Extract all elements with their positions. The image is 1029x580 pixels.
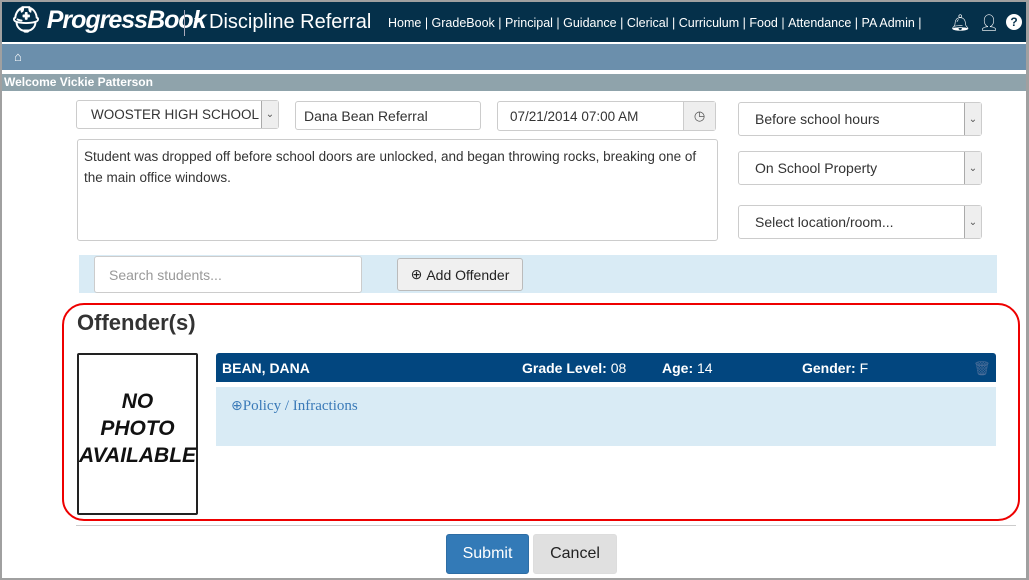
plus-circle-icon: ⊕ — [410, 266, 423, 282]
offender-name: BEAN, DANA — [222, 360, 310, 376]
time-of-day-value: Before school hours — [755, 111, 880, 127]
description-textarea[interactable]: Student was dropped off before school do… — [77, 139, 718, 241]
room-value: Select location/room... — [755, 214, 894, 230]
date-time-input[interactable]: 07/21/2014 07:00 AM ◷ — [497, 101, 716, 131]
progressbook-logo[interactable]: ⛑ ProgressBook — [10, 6, 207, 35]
photo-text: PHOTO — [100, 417, 175, 440]
logo-text: ProgressBook — [46, 6, 207, 34]
nav-gradebook[interactable]: GradeBook — [432, 16, 495, 30]
policy-infractions-link[interactable]: ⊕Policy / Infractions — [231, 398, 358, 415]
user-icon[interactable]: 👤︎ — [979, 13, 999, 33]
gender-value: F — [859, 360, 869, 376]
policy-link-label: Policy / Infractions — [242, 398, 358, 414]
nav-pa-admin[interactable]: PA Admin — [862, 16, 915, 30]
clock-icon[interactable]: ◷ — [683, 102, 715, 130]
add-offender-button[interactable]: ⊕ Add Offender — [397, 258, 523, 291]
nav-guidance[interactable]: Guidance — [563, 16, 617, 30]
plus-circle-icon: ⊕ — [231, 398, 243, 414]
app-menu-caret-icon[interactable] — [194, 18, 202, 23]
search-students-input[interactable]: Search students... — [94, 256, 362, 293]
no-photo-placeholder: NO PHOTO AVAILABLE — [77, 353, 198, 515]
divider — [76, 525, 1016, 526]
nav-attendance[interactable]: Attendance — [788, 16, 851, 30]
time-of-day-select[interactable]: Before school hours ⌄ — [738, 102, 982, 136]
location-value: On School Property — [755, 160, 878, 176]
school-value: WOOSTER HIGH SCHOOL — [91, 107, 260, 122]
age-label: Age: — [662, 360, 694, 376]
age-value: 14 — [697, 360, 713, 376]
divider — [184, 10, 185, 36]
add-offender-label: Add Offender — [426, 266, 510, 283]
home-icon[interactable]: ⌂ — [14, 49, 22, 64]
location-select[interactable]: On School Property ⌄ — [738, 151, 982, 185]
date-time-value: 07/21/2014 07:00 AM — [510, 108, 639, 124]
room-select[interactable]: Select location/room... ⌄ — [738, 205, 982, 239]
help-icon[interactable]: ? — [1006, 14, 1022, 30]
offender-details-panel: ⊕Policy / Infractions — [216, 387, 996, 446]
grade-label: Grade Level: — [522, 360, 607, 376]
photo-text: NO — [121, 390, 154, 413]
top-nav: Home | GradeBook | Principal | Guidance … — [388, 16, 922, 30]
grade-value: 08 — [610, 360, 627, 376]
nav-curriculum[interactable]: Curriculum — [679, 16, 739, 30]
nav-food[interactable]: Food — [749, 16, 778, 30]
chevron-down-icon: ⌄ — [964, 152, 981, 184]
chevron-down-icon: ⌄ — [261, 101, 278, 128]
app-title: Discipline Referral — [209, 11, 372, 33]
welcome-bar: Welcome Vickie Patterson — [2, 74, 1026, 91]
app-window: ⛑ ProgressBook Discipline Referral Home … — [2, 2, 1026, 578]
nav-clerical[interactable]: Clerical — [627, 16, 669, 30]
top-header: ⛑ ProgressBook Discipline Referral Home … — [2, 2, 1026, 42]
gender-label: Gender: — [802, 360, 856, 376]
chevron-down-icon: ⌄ — [964, 206, 981, 238]
nav-principal[interactable]: Principal — [505, 16, 553, 30]
bell-icon[interactable]: 🔔︎ — [950, 13, 970, 33]
chevron-down-icon: ⌄ — [964, 103, 981, 135]
nav-home[interactable]: Home — [388, 16, 421, 30]
offender-header-row: BEAN, DANA Grade Level: 08 Age: 14 Gende… — [216, 353, 996, 382]
photo-text: AVAILABLE — [79, 444, 197, 467]
breadcrumb-bar: ⌂ — [2, 44, 1026, 70]
trash-icon[interactable]: 🗑︎ — [973, 360, 991, 377]
title-input[interactable]: Dana Bean Referral — [295, 101, 481, 130]
school-select[interactable]: WOOSTER HIGH SCHOOL ⌄ — [76, 100, 279, 129]
cancel-button[interactable]: Cancel — [533, 534, 617, 574]
offenders-heading: Offender(s) — [77, 310, 196, 335]
submit-button[interactable]: Submit — [446, 534, 529, 574]
